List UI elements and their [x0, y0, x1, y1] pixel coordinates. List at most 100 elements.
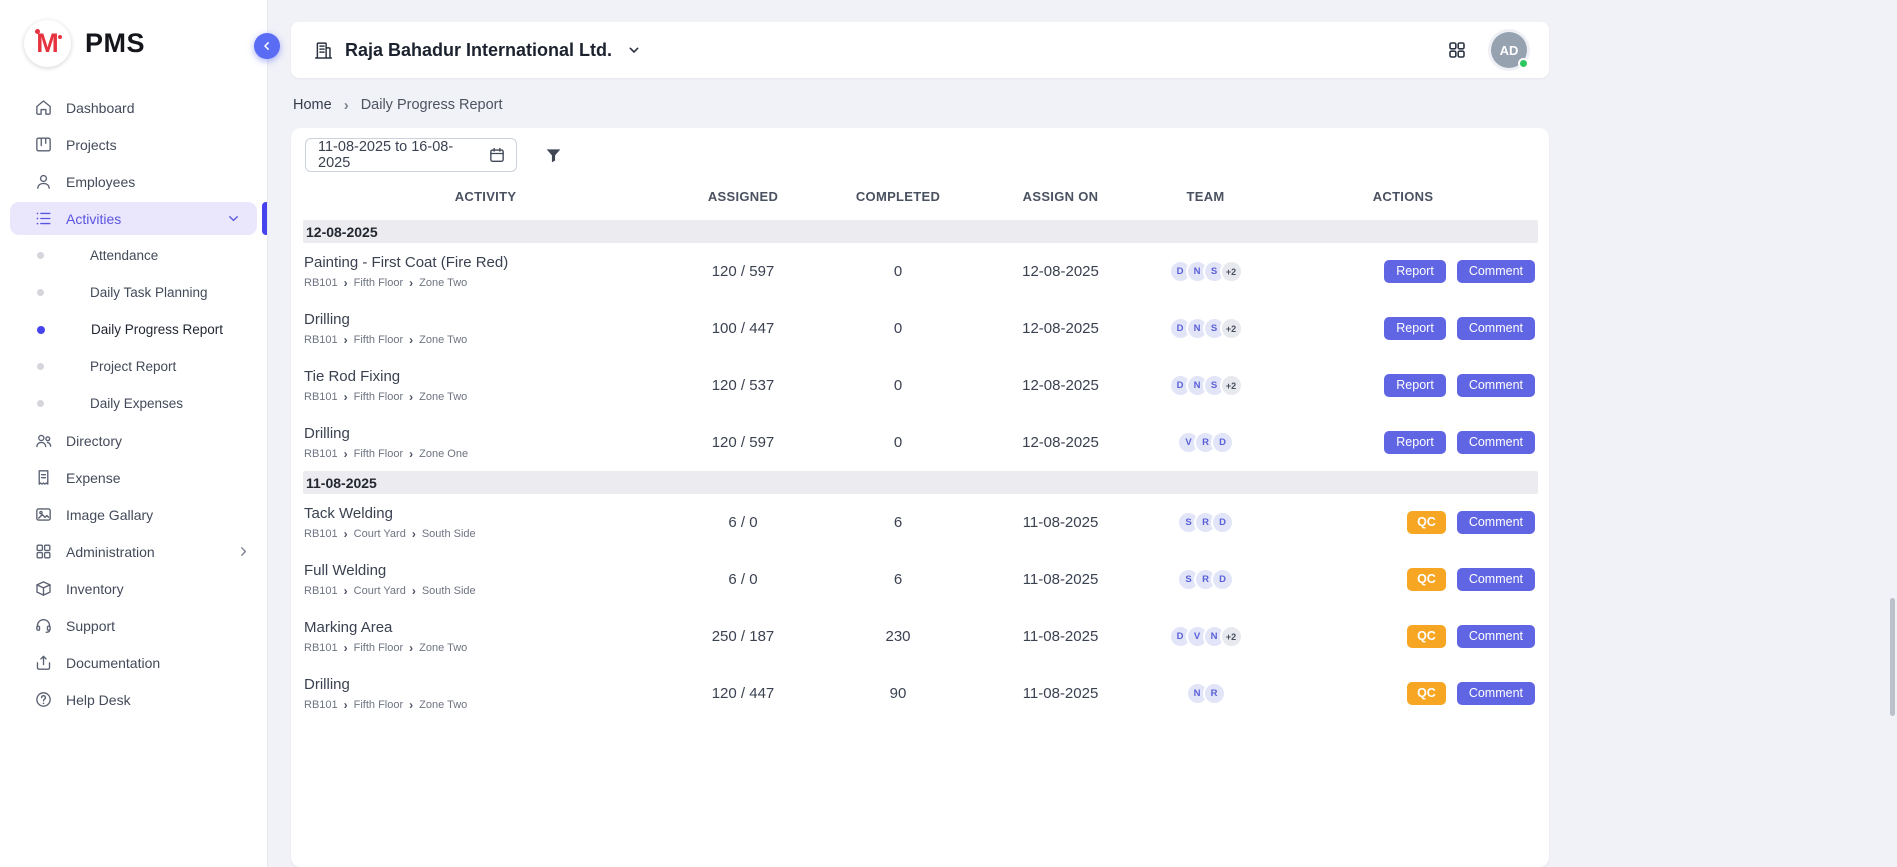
sidebar-collapse-button[interactable]: [254, 33, 280, 59]
activity-path: RB101›Fifth Floor›Zone Two: [304, 699, 668, 711]
breadcrumb-current: Daily Progress Report: [361, 97, 503, 113]
comment-button[interactable]: Comment: [1457, 374, 1535, 397]
assign-on-cell: 11-08-2025: [978, 514, 1143, 531]
chevron-right-icon: ›: [344, 585, 348, 597]
team-cell: SRD: [1143, 511, 1268, 534]
comment-button[interactable]: Comment: [1457, 260, 1535, 283]
team-avatar[interactable]: D: [1211, 568, 1234, 591]
assigned-cell: 120 / 597: [668, 263, 818, 280]
bullet-icon: [37, 289, 44, 296]
team-cell: DNS+2: [1143, 260, 1268, 283]
sidebar-item-documentation[interactable]: Documentation: [0, 644, 267, 681]
report-button[interactable]: Report: [1384, 260, 1446, 283]
filter-row: 11-08-2025 to 16-08-2025: [303, 138, 1537, 172]
team-avatar[interactable]: D: [1211, 431, 1234, 454]
comment-button[interactable]: Comment: [1457, 511, 1535, 534]
sidebar-item-directory[interactable]: Directory: [0, 422, 267, 459]
path-segment: Fifth Floor: [354, 334, 404, 346]
sidebar-item-support[interactable]: Support: [0, 607, 267, 644]
assigned-cell: 120 / 537: [668, 377, 818, 394]
actions-cell: Report Comment: [1268, 260, 1538, 283]
filter-icon[interactable]: [544, 146, 563, 165]
assign-on-cell: 11-08-2025: [978, 571, 1143, 588]
path-segment: Zone Two: [419, 642, 467, 654]
sidebar-subitem-attendance[interactable]: Attendance: [0, 237, 267, 274]
team-avatar[interactable]: D: [1211, 511, 1234, 534]
date-range-input[interactable]: 11-08-2025 to 16-08-2025: [305, 138, 517, 172]
activity-path: RB101›Fifth Floor›Zone Two: [304, 277, 668, 289]
sidebar-item-inventory[interactable]: Inventory: [0, 570, 267, 607]
comment-button[interactable]: Comment: [1457, 682, 1535, 705]
team-extra-badge[interactable]: +2: [1220, 374, 1243, 397]
activity-name: Drilling: [304, 425, 668, 442]
path-segment: Fifth Floor: [354, 391, 404, 403]
sidebar-item-administration[interactable]: Administration: [0, 533, 267, 570]
sidebar-subitem-project-report[interactable]: Project Report: [0, 348, 267, 385]
activity-name: Drilling: [304, 676, 668, 693]
company-selector[interactable]: Raja Bahadur International Ltd.: [313, 40, 642, 61]
sidebar-item-employees[interactable]: Employees: [0, 163, 267, 200]
activity-cell: Tie Rod FixingRB101›Fifth Floor›Zone Two: [303, 368, 668, 403]
inventory-icon: [33, 579, 53, 599]
comment-button[interactable]: Comment: [1457, 568, 1535, 591]
team-extra-badge[interactable]: +2: [1220, 317, 1243, 340]
comment-button[interactable]: Comment: [1457, 317, 1535, 340]
apps-grid-icon[interactable]: [1447, 40, 1467, 60]
user-avatar[interactable]: AD: [1491, 32, 1527, 68]
breadcrumb-home[interactable]: Home: [293, 97, 332, 113]
sidebar-subitem-daily-expenses[interactable]: Daily Expenses: [0, 385, 267, 422]
sidebar-item-dashboard[interactable]: Dashboard: [0, 89, 267, 126]
chevron-right-icon: ›: [409, 391, 413, 403]
sidebar-item-projects[interactable]: Projects: [0, 126, 267, 163]
documentation-icon: [33, 653, 53, 673]
path-segment: South Side: [422, 528, 476, 540]
avatar-initials: AD: [1500, 43, 1519, 58]
sidebar-subitem-daily-task-planning[interactable]: Daily Task Planning: [0, 274, 267, 311]
sidebar-subitem-daily-progress-report[interactable]: Daily Progress Report: [0, 311, 267, 348]
activity-row: Tack WeldingRB101›Court Yard›South Side6…: [303, 494, 1538, 551]
team-avatar[interactable]: R: [1203, 682, 1226, 705]
path-segment: RB101: [304, 334, 338, 346]
path-segment: Zone Two: [419, 391, 467, 403]
qc-button[interactable]: QC: [1407, 682, 1446, 705]
scrollbar-thumb[interactable]: [1890, 598, 1895, 716]
brand-name: PMS: [85, 28, 145, 59]
path-segment: RB101: [304, 528, 338, 540]
assign-on-cell: 12-08-2025: [978, 377, 1143, 394]
help-desk-icon: [33, 690, 53, 710]
activity-path: RB101›Fifth Floor›Zone Two: [304, 391, 668, 403]
path-segment: Court Yard: [354, 528, 406, 540]
team-cell: DNS+2: [1143, 317, 1268, 340]
assign-on-cell: 11-08-2025: [978, 628, 1143, 645]
bullet-icon: [37, 400, 44, 407]
report-button[interactable]: Report: [1384, 374, 1446, 397]
report-button[interactable]: Report: [1384, 317, 1446, 340]
team-extra-badge[interactable]: +2: [1220, 260, 1243, 283]
path-segment: Fifth Floor: [354, 277, 404, 289]
completed-cell: 6: [818, 571, 978, 588]
sidebar-item-expense[interactable]: Expense: [0, 459, 267, 496]
qc-button[interactable]: QC: [1407, 511, 1446, 534]
table-header: ACTIVITY ASSIGNED COMPLETED ASSIGN ON TE…: [303, 172, 1538, 220]
report-button[interactable]: Report: [1384, 431, 1446, 454]
path-segment: RB101: [304, 391, 338, 403]
sidebar-item-image-gallary[interactable]: Image Gallary: [0, 496, 267, 533]
team-extra-badge[interactable]: +2: [1220, 625, 1243, 648]
logo-dot: [58, 35, 62, 39]
qc-button[interactable]: QC: [1407, 568, 1446, 591]
logo-icon: M: [24, 20, 71, 67]
comment-button[interactable]: Comment: [1457, 625, 1535, 648]
sidebar-item-activities[interactable]: Activities: [10, 202, 257, 235]
comment-button[interactable]: Comment: [1457, 431, 1535, 454]
activity-cell: Full WeldingRB101›Court Yard›South Side: [303, 562, 668, 597]
directory-icon: [33, 431, 53, 451]
actions-cell: QC Comment: [1268, 511, 1538, 534]
sidebar-item-help-desk[interactable]: Help Desk: [0, 681, 267, 718]
qc-button[interactable]: QC: [1407, 625, 1446, 648]
breadcrumb: Home › Daily Progress Report: [293, 97, 1549, 113]
activity-row: DrillingRB101›Fifth Floor›Zone One120 / …: [303, 414, 1538, 471]
chevron-right-icon: ›: [409, 699, 413, 711]
assign-on-cell: 12-08-2025: [978, 263, 1143, 280]
chevron-right-icon: ›: [412, 585, 416, 597]
path-segment: Fifth Floor: [354, 642, 404, 654]
